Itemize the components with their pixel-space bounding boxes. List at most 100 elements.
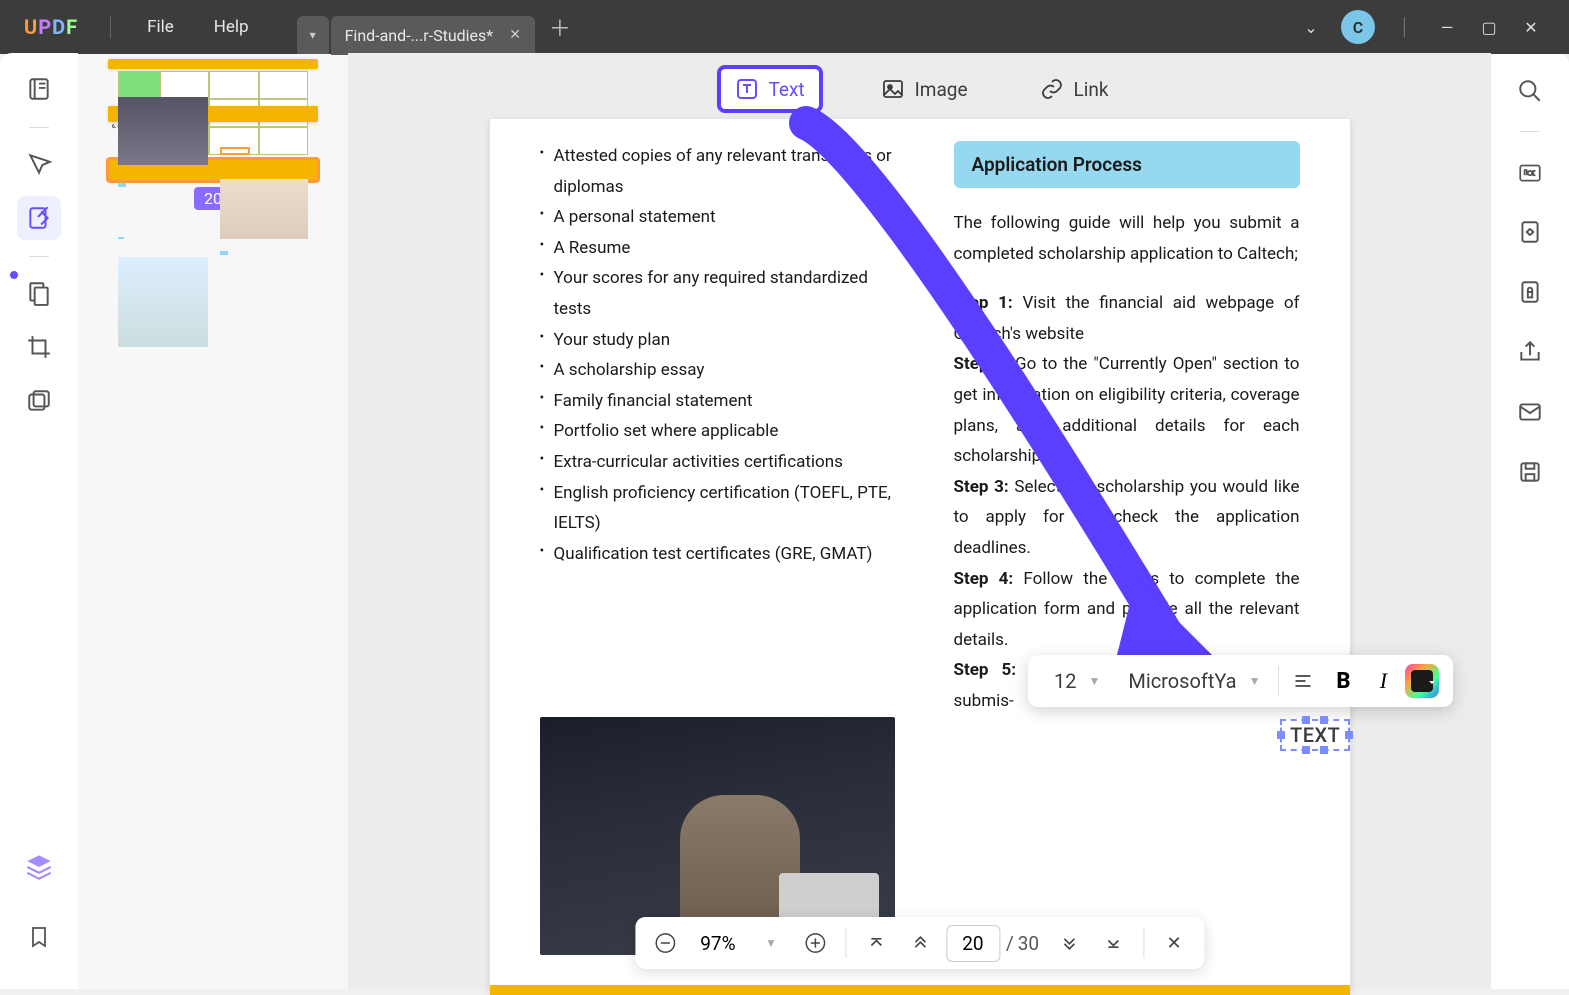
step-text: Step 2: Go to the "Currently Open" secti…: [954, 349, 1300, 471]
app-logo: UPDF: [0, 15, 102, 39]
list-item: Extra-curricular activities certificatio…: [540, 447, 910, 478]
list-item: A Resume: [540, 233, 910, 264]
list-item: Family financial statement: [540, 386, 910, 417]
ocr-icon[interactable]: [1510, 152, 1550, 192]
separator: [1278, 666, 1279, 696]
dropdown-icon: ▼: [1249, 674, 1261, 688]
text-edit-box[interactable]: TEXT: [1280, 719, 1350, 751]
menu-help[interactable]: Help: [214, 17, 249, 37]
document-tab[interactable]: Find-and-...r-Studies* ✕: [331, 16, 535, 55]
pdf-page[interactable]: Attested copies of any relevant transcri…: [490, 119, 1350, 995]
list-item: Attested copies of any relevant transcri…: [540, 141, 910, 202]
dropdown-icon: ▼: [1088, 674, 1100, 688]
separator: [29, 256, 49, 257]
list-item: English proficiency certification (TOEFL…: [540, 478, 910, 539]
button-label: Link: [1074, 78, 1109, 101]
text-color-button[interactable]: [1405, 664, 1439, 698]
step-text: Step 3: Select the scholarship you would…: [954, 472, 1300, 564]
edit-tool[interactable]: [17, 196, 61, 240]
window-maximize[interactable]: ▢: [1471, 9, 1507, 45]
page-input[interactable]: 20: [946, 925, 1000, 962]
tabs: ▾ Find-and-...r-Studies* ✕ ＋: [297, 0, 571, 55]
page-total: 30: [1018, 932, 1045, 955]
redact-tool[interactable]: [17, 379, 61, 423]
menu-file[interactable]: File: [147, 17, 174, 37]
edit-toolbar: Text Image Link: [716, 65, 1122, 113]
list-item: A personal statement: [540, 202, 910, 233]
protect-icon[interactable]: [1510, 272, 1550, 312]
window-minimize[interactable]: —: [1429, 9, 1465, 45]
zoom-in-button[interactable]: [795, 923, 835, 963]
divider: [110, 16, 111, 38]
thumbnail-20[interactable]: 20: [98, 159, 328, 210]
thumbnail-18[interactable]: 18: [98, 59, 328, 94]
new-tab-button[interactable]: ＋: [549, 11, 571, 43]
window-close[interactable]: ✕: [1513, 9, 1549, 45]
share-icon[interactable]: [1510, 332, 1550, 372]
list-item: Your scores for any required standardize…: [540, 263, 910, 324]
close-nav-button[interactable]: ✕: [1154, 923, 1194, 963]
section-header: Application Process: [954, 141, 1300, 188]
menubar: File Help: [119, 17, 277, 37]
indicator-dot: [10, 271, 18, 279]
align-left-button[interactable]: [1285, 663, 1321, 699]
resize-handle[interactable]: [1345, 731, 1353, 739]
button-label: Image: [915, 78, 968, 101]
reader-tool[interactable]: [17, 67, 61, 111]
list-item: A scholarship essay: [540, 355, 910, 386]
last-page-button[interactable]: [1093, 923, 1133, 963]
zoom-level[interactable]: 97%: [689, 932, 747, 955]
thumbnail-panel: 18 6. California Institute of Technology…: [78, 53, 348, 989]
step-text: Step 4: Follow the steps to complete the…: [954, 564, 1300, 656]
user-avatar[interactable]: C: [1341, 10, 1375, 44]
separator: [845, 928, 846, 958]
save-icon[interactable]: [1510, 452, 1550, 492]
text-format-toolbar: 12 ▼ MicrosoftYa ▼ B I: [1028, 655, 1453, 707]
prev-page-button[interactable]: [900, 923, 940, 963]
tab-list-dropdown[interactable]: ▾: [297, 16, 329, 54]
add-link-button[interactable]: Link: [1026, 69, 1123, 109]
resize-handle[interactable]: [1302, 716, 1310, 724]
separator: [1520, 131, 1540, 132]
list-item: Qualification test certificates (GRE, GM…: [540, 539, 910, 570]
step-text: Step 1: Visit the financial aid webpage …: [954, 288, 1300, 349]
resize-handle[interactable]: [1277, 731, 1285, 739]
zoom-out-button[interactable]: [645, 923, 685, 963]
organize-tool[interactable]: [17, 271, 61, 315]
first-page-button[interactable]: [856, 923, 896, 963]
font-size-select[interactable]: 12 ▼: [1042, 663, 1112, 699]
next-page-button[interactable]: [1049, 923, 1089, 963]
separator: [29, 127, 49, 128]
email-icon[interactable]: [1510, 392, 1550, 432]
chevron-down-icon[interactable]: ⌄: [1293, 9, 1329, 45]
tab-title: Find-and-...r-Studies*: [345, 26, 494, 45]
document-viewport[interactable]: Text Image Link Attested copies of any r…: [348, 53, 1491, 989]
italic-button[interactable]: I: [1365, 663, 1401, 699]
close-tab-icon[interactable]: ✕: [509, 27, 521, 43]
convert-icon[interactable]: [1510, 212, 1550, 252]
right-sidebar: [1491, 53, 1569, 989]
zoom-dropdown[interactable]: ▼: [751, 923, 791, 963]
separator: [1143, 928, 1144, 958]
crop-tool[interactable]: [17, 325, 61, 369]
resize-handle[interactable]: [1320, 716, 1328, 724]
list-item: Your study plan: [540, 325, 910, 356]
bold-button[interactable]: B: [1325, 663, 1361, 699]
add-text-button[interactable]: Text: [716, 65, 822, 113]
list-item: Portfolio set where applicable: [540, 416, 910, 447]
add-image-button[interactable]: Image: [867, 69, 982, 109]
requirements-list: Attested copies of any relevant transcri…: [540, 141, 910, 569]
titlebar: UPDF File Help ▾ Find-and-...r-Studies* …: [0, 0, 1569, 54]
text-content[interactable]: TEXT: [1290, 723, 1340, 747]
page-navigation: 97% ▼ 20 / 30 ✕: [635, 917, 1204, 969]
bookmark-tool[interactable]: [17, 915, 61, 959]
layers-tool[interactable]: [17, 845, 61, 889]
resize-handle[interactable]: [1302, 746, 1310, 754]
font-family-value: MicrosoftYa: [1128, 669, 1236, 693]
divider: │: [1387, 9, 1423, 45]
page-separator: /: [1006, 932, 1014, 955]
search-icon[interactable]: [1510, 71, 1550, 111]
comment-tool[interactable]: [17, 142, 61, 186]
font-family-select[interactable]: MicrosoftYa ▼: [1116, 663, 1272, 699]
resize-handle[interactable]: [1320, 746, 1328, 754]
